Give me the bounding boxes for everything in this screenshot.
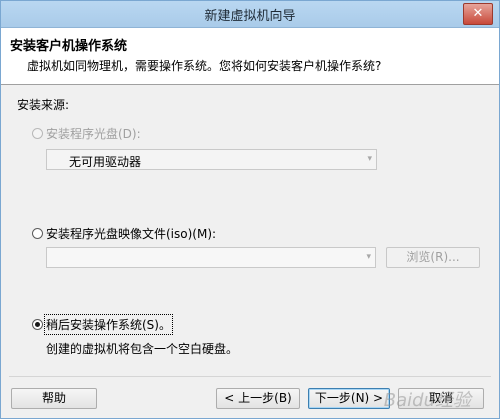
window-title: 新建虚拟机向导 bbox=[204, 9, 296, 24]
radio-option-disc[interactable]: 安装程序光盘(D): bbox=[32, 125, 141, 142]
later-description: 创建的虚拟机将包含一个空白硬盘。 bbox=[46, 342, 239, 356]
watermark: Baidu经验 bbox=[383, 390, 471, 411]
radio-iso-label: 安装程序光盘映像文件(iso)(M): bbox=[46, 227, 217, 241]
radio-option-iso[interactable]: 安装程序光盘映像文件(iso)(M): bbox=[32, 225, 216, 242]
help-button[interactable]: 帮助 bbox=[11, 388, 97, 409]
close-button[interactable]: ✕ bbox=[463, 3, 493, 25]
close-icon: ✕ bbox=[472, 6, 484, 21]
chevron-down-icon: ▾ bbox=[366, 252, 371, 262]
page-title: 安装客户机操作系统 bbox=[10, 39, 128, 54]
radio-disc-label: 安装程序光盘(D): bbox=[46, 127, 141, 141]
disc-drive-select[interactable]: 无可用驱动器 ▾ bbox=[46, 149, 377, 170]
radio-iso[interactable] bbox=[32, 228, 43, 239]
install-source-label: 安装来源: bbox=[17, 98, 70, 112]
radio-later[interactable] bbox=[32, 319, 43, 330]
iso-path-select[interactable]: ▾ bbox=[46, 247, 376, 268]
radio-option-later[interactable]: 稍后安装操作系统(S)。 bbox=[32, 314, 173, 335]
radio-later-label: 稍后安装操作系统(S)。 bbox=[44, 314, 173, 335]
back-button[interactable]: < 上一步(B) bbox=[216, 388, 300, 409]
page-subtitle: 虚拟机如同物理机，需要操作系统。您将如何安装客户机操作系统? bbox=[27, 59, 382, 73]
browse-button[interactable]: 浏览(R)... bbox=[386, 247, 480, 268]
radio-disc[interactable] bbox=[32, 128, 43, 139]
wizard-window: 新建虚拟机向导 ✕ 安装客户机操作系统 虚拟机如同物理机，需要操作系统。您将如何… bbox=[0, 0, 500, 419]
disc-drive-value: 无可用驱动器 bbox=[69, 155, 142, 169]
next-button[interactable]: 下一步(N) > bbox=[308, 388, 390, 409]
wizard-header: 安装客户机操作系统 虚拟机如同物理机，需要操作系统。您将如何安装客户机操作系统? bbox=[1, 28, 499, 85]
footer-divider bbox=[9, 376, 491, 377]
title-bar[interactable]: 新建虚拟机向导 ✕ bbox=[1, 1, 499, 28]
chevron-down-icon: ▾ bbox=[367, 154, 372, 164]
